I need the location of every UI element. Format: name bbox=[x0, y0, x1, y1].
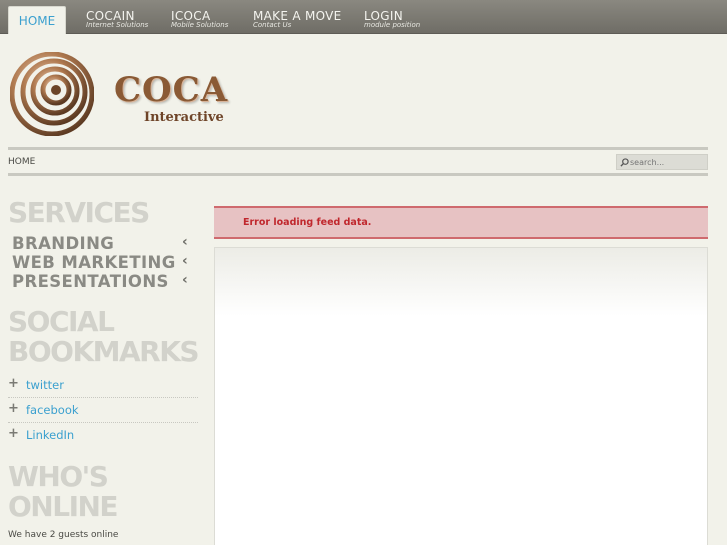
nav-home-tab[interactable]: HOME bbox=[8, 6, 66, 34]
logo-spiral-icon bbox=[10, 52, 94, 136]
nav-item-login[interactable]: LOGIN module position bbox=[364, 0, 434, 34]
service-item-label: WEB MARKETING bbox=[12, 253, 176, 272]
bookmark-item-twitter[interactable]: + twitter bbox=[8, 373, 198, 398]
online-status-text: We have 2 guests online bbox=[8, 530, 119, 540]
site-logo[interactable]: COCA Interactive bbox=[10, 52, 240, 136]
service-item-presentations[interactable]: PRESENTATIONS ‹ bbox=[12, 272, 192, 291]
search-icon bbox=[620, 158, 629, 167]
search-box[interactable] bbox=[616, 154, 708, 170]
chevron-left-icon: ‹ bbox=[182, 253, 189, 269]
service-item-web-marketing[interactable]: WEB MARKETING ‹ bbox=[12, 253, 192, 272]
bookmark-item-facebook[interactable]: + facebook bbox=[8, 398, 198, 423]
breadcrumb-bar: HOME bbox=[8, 147, 708, 176]
nav-item-subtitle: Internet Solutions bbox=[86, 21, 149, 29]
bookmarks-heading-line2: BOOKMARKS bbox=[8, 335, 200, 368]
plus-icon: + bbox=[8, 401, 19, 416]
plus-icon: + bbox=[8, 426, 19, 441]
search-input[interactable] bbox=[630, 156, 706, 169]
service-item-branding[interactable]: BRANDING ‹ bbox=[12, 234, 192, 253]
error-message-box: Error loading feed data. bbox=[214, 206, 708, 239]
online-heading-line1: WHO'S bbox=[8, 460, 109, 493]
nav-item-icoca[interactable]: ICOCA Mobile Solutions bbox=[171, 0, 231, 34]
bookmark-item-linkedin[interactable]: + LinkedIn bbox=[8, 423, 198, 448]
nav-item-subtitle: module position bbox=[364, 21, 421, 29]
online-heading-line2: ONLINE bbox=[8, 490, 119, 523]
nav-item-make-a-move[interactable]: MAKE A MOVE Contact Us bbox=[253, 0, 343, 34]
nav-item-subtitle: Mobile Solutions bbox=[171, 21, 229, 29]
bookmark-link[interactable]: LinkedIn bbox=[26, 428, 74, 442]
top-navigation: HOME COCAIN Internet Solutions ICOCA Mob… bbox=[0, 0, 727, 34]
chevron-left-icon: ‹ bbox=[182, 272, 189, 288]
logo-wordmark: COCA bbox=[114, 70, 229, 110]
error-message: Error loading feed data. bbox=[243, 217, 372, 228]
plus-icon: + bbox=[8, 376, 19, 391]
logo-tagline: Interactive bbox=[144, 110, 224, 125]
nav-item-cocain[interactable]: COCAIN Internet Solutions bbox=[86, 0, 156, 34]
service-item-label: PRESENTATIONS bbox=[12, 272, 169, 291]
bookmarks-heading-line1: SOCIAL bbox=[8, 305, 115, 338]
services-heading: SERVICES bbox=[8, 196, 150, 229]
service-item-label: BRANDING bbox=[12, 234, 115, 253]
bookmark-link[interactable]: twitter bbox=[26, 378, 64, 392]
chevron-left-icon: ‹ bbox=[182, 234, 189, 250]
bookmark-link[interactable]: facebook bbox=[26, 403, 79, 417]
nav-item-subtitle: Contact Us bbox=[253, 21, 292, 29]
breadcrumb: HOME bbox=[8, 157, 36, 167]
feed-content-panel bbox=[214, 247, 708, 545]
panel-header-band bbox=[215, 248, 707, 316]
